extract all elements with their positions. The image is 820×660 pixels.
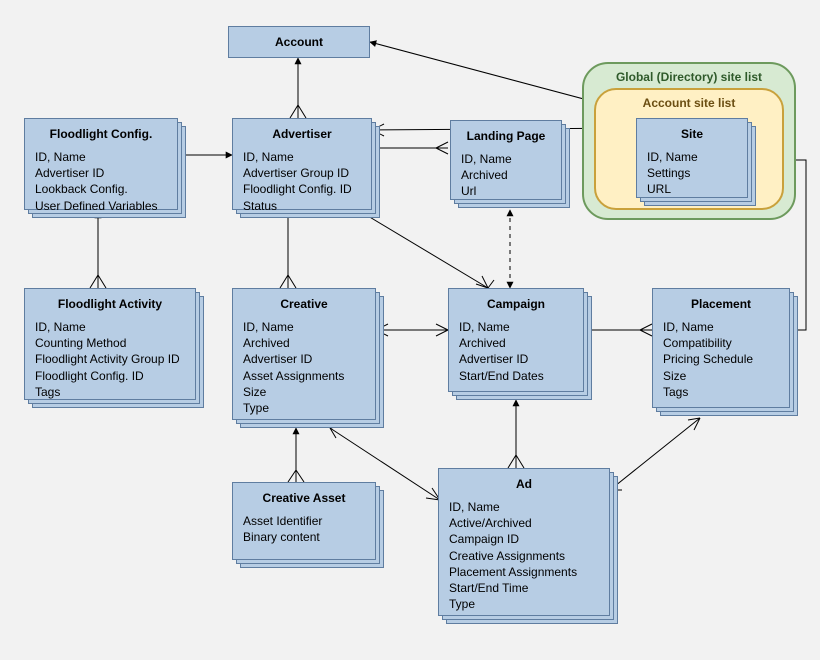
entity-site: Site ID, Name Settings URL xyxy=(636,118,756,206)
global-site-list-label: Global (Directory) site list xyxy=(616,70,762,84)
entity-title: Account xyxy=(239,35,359,49)
entity-title: Creative Asset xyxy=(243,491,365,505)
entity-attrs: ID, Name Advertiser ID Lookback Config. … xyxy=(35,149,167,214)
entity-attrs: ID, Name Archived Advertiser ID Asset As… xyxy=(243,319,365,416)
entity-attrs: ID, Name Compatibility Pricing Schedule … xyxy=(663,319,779,400)
entity-title: Floodlight Config. xyxy=(35,127,167,141)
entity-title: Floodlight Activity xyxy=(35,297,185,311)
entity-title: Placement xyxy=(663,297,779,311)
entity-attrs: ID, Name Archived Advertiser ID Start/En… xyxy=(459,319,573,384)
entity-ad: Ad ID, Name Active/Archived Campaign ID … xyxy=(438,468,618,624)
entity-placement: Placement ID, Name Compatibility Pricing… xyxy=(652,288,798,416)
account-site-list-label: Account site list xyxy=(643,96,736,110)
entity-floodlight-activity: Floodlight Activity ID, Name Counting Me… xyxy=(24,288,204,408)
entity-landing-page: Landing Page ID, Name Archived Url xyxy=(450,120,570,208)
entity-title: Creative xyxy=(243,297,365,311)
entity-attrs: ID, Name Settings URL xyxy=(647,149,737,198)
entity-title: Advertiser xyxy=(243,127,361,141)
entity-campaign: Campaign ID, Name Archived Advertiser ID… xyxy=(448,288,592,400)
entity-account: Account xyxy=(228,26,370,58)
entity-title: Landing Page xyxy=(461,129,551,143)
entity-advertiser: Advertiser ID, Name Advertiser Group ID … xyxy=(232,118,380,218)
entity-title: Ad xyxy=(449,477,599,491)
diagram-canvas: Global (Directory) site list Account sit… xyxy=(0,0,820,660)
entity-attrs: ID, Name Advertiser Group ID Floodlight … xyxy=(243,149,361,214)
entity-creative: Creative ID, Name Archived Advertiser ID… xyxy=(232,288,384,428)
entity-attrs: Asset Identifier Binary content xyxy=(243,513,365,545)
entity-attrs: ID, Name Active/Archived Campaign ID Cre… xyxy=(449,499,599,612)
entity-creative-asset: Creative Asset Asset Identifier Binary c… xyxy=(232,482,384,568)
entity-title: Campaign xyxy=(459,297,573,311)
entity-title: Site xyxy=(647,127,737,141)
entity-attrs: ID, Name Archived Url xyxy=(461,151,551,200)
entity-floodlight-config: Floodlight Config. ID, Name Advertiser I… xyxy=(24,118,186,218)
entity-attrs: ID, Name Counting Method Floodlight Acti… xyxy=(35,319,185,400)
